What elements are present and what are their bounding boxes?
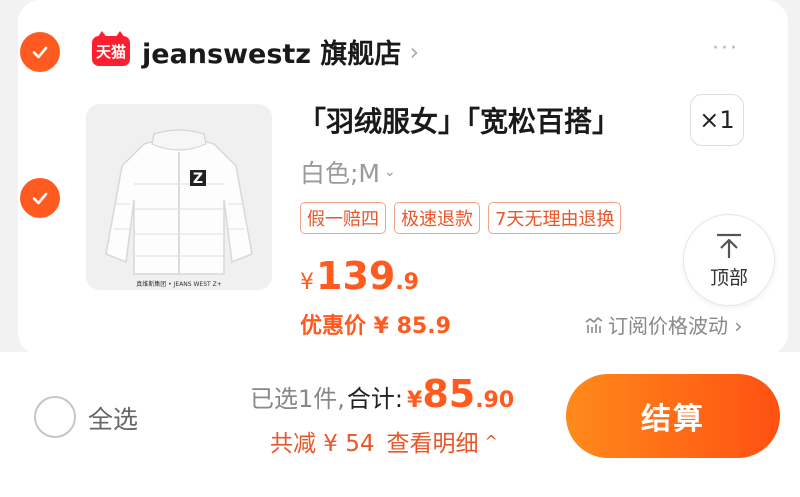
product-title[interactable]: 「羽绒服女」「宽松百搭」 xyxy=(298,100,620,140)
price-currency: ¥ xyxy=(300,270,314,295)
chevron-right-icon: › xyxy=(409,37,420,66)
product-image[interactable]: Z 真维斯集团 • JEANS WEST Z+ xyxy=(86,104,272,290)
view-detail-label: 查看明细 xyxy=(386,431,479,457)
shop-name-link[interactable]: jeanswestz 旗舰店 › xyxy=(142,32,419,71)
coupon-price: 优惠价 ¥ 85.9 xyxy=(300,314,451,339)
select-all-checkbox[interactable] xyxy=(34,396,76,438)
quantity-selector[interactable]: ×1 xyxy=(690,94,744,146)
discount-detail-link[interactable]: 共减 ¥ 54 查看明细 ^ xyxy=(270,424,498,458)
back-to-top-button[interactable]: 顶部 xyxy=(683,214,775,306)
check-icon xyxy=(32,46,48,59)
price-decimal: .9 xyxy=(395,270,419,295)
down-jacket-image: Z 真维斯集团 • JEANS WEST Z+ xyxy=(86,104,272,290)
sku-selector[interactable]: 白色;M ⌄ xyxy=(300,154,396,190)
total-decimal: .90 xyxy=(475,388,515,413)
price-watch-link[interactable]: 订阅价格波动 › xyxy=(584,310,742,339)
image-caption: 真维斯集团 • JEANS WEST Z+ xyxy=(136,280,221,288)
tmall-logo-text: 天猫 xyxy=(95,42,126,61)
more-dots-icon[interactable]: ··· xyxy=(712,36,739,61)
service-tag: 假一赔四 xyxy=(300,202,386,234)
item-select-checkbox[interactable] xyxy=(20,178,60,218)
shop-select-checkbox[interactable] xyxy=(20,32,60,72)
chevron-down-icon: ⌄ xyxy=(384,164,396,180)
price-integer: 139 xyxy=(316,254,396,298)
service-tag: 极速退款 xyxy=(394,202,480,234)
trend-icon xyxy=(585,316,603,333)
discount-amount: 共减 ¥ 54 xyxy=(270,431,375,457)
total-label: 合计: xyxy=(346,385,403,413)
check-icon xyxy=(32,192,48,205)
service-tag: 7天无理由退换 xyxy=(488,202,622,234)
total-currency: ¥ xyxy=(407,388,423,413)
item-price: ¥ 139 .9 xyxy=(300,254,419,298)
image-logo-letter: Z xyxy=(193,171,203,187)
arrow-up-icon xyxy=(717,233,741,258)
tmall-logo: 天猫 xyxy=(92,31,130,66)
service-tags: 假一赔四 极速退款 7天无理由退换 xyxy=(300,202,622,234)
chevron-up-icon: ^ xyxy=(484,431,498,451)
checkout-button[interactable]: 结算 xyxy=(566,374,780,458)
selected-count: 已选1件, xyxy=(250,385,345,413)
sku-label: 白色;M xyxy=(300,159,380,188)
select-all-label[interactable]: 全选 xyxy=(88,400,138,436)
order-summary: 已选1件, 合计: ¥ 85 .90 xyxy=(250,372,514,416)
price-watch-label: 订阅价格波动 › xyxy=(608,314,743,338)
back-to-top-label: 顶部 xyxy=(709,266,748,289)
total-integer: 85 xyxy=(422,372,476,416)
shop-name: jeanswestz 旗舰店 xyxy=(142,39,402,70)
